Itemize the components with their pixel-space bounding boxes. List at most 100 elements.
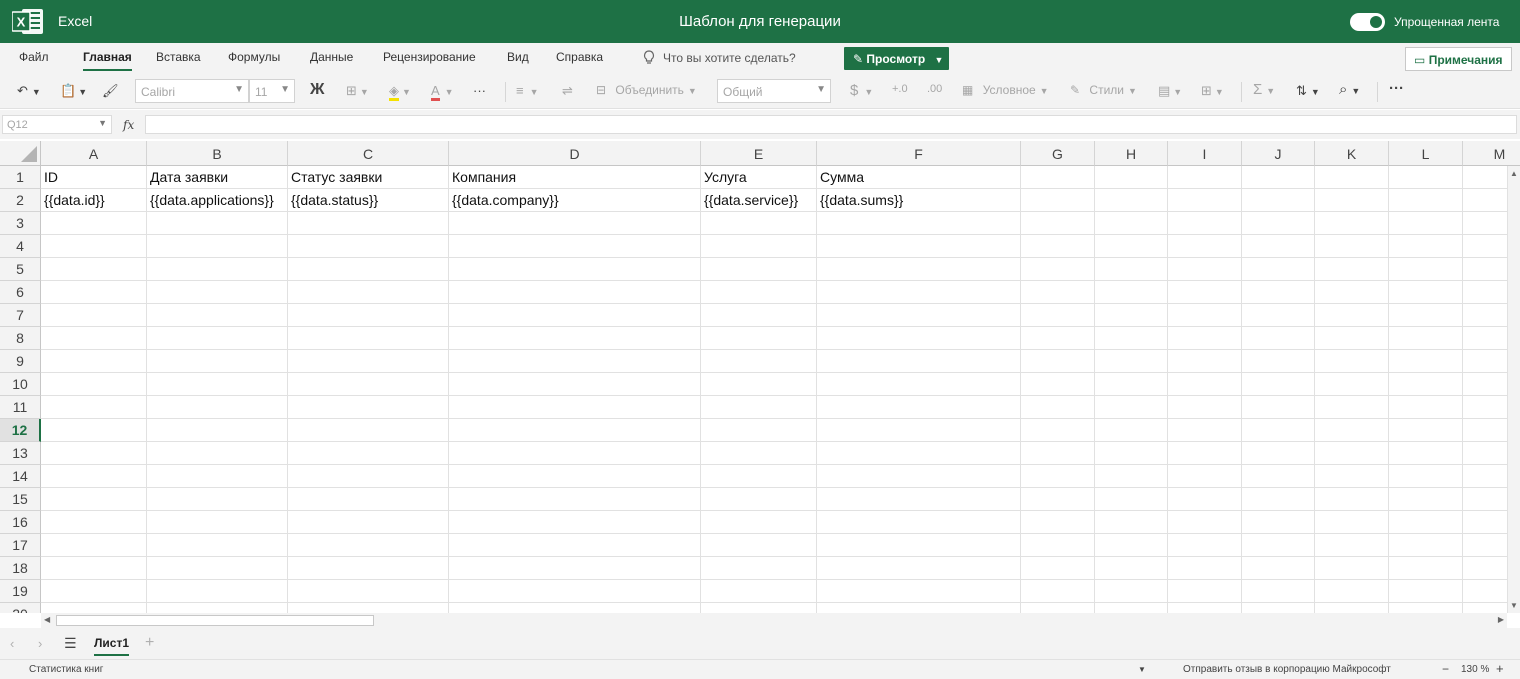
row-header-7[interactable]: 7	[0, 304, 41, 327]
insert-cells-icon[interactable]: ⊞ ▼	[1201, 83, 1224, 99]
cell-d2[interactable]: {{data.company}}	[449, 189, 559, 212]
cell-b1[interactable]: Дата заявки	[147, 166, 228, 189]
row-header-10[interactable]: 10	[0, 373, 41, 396]
vertical-scrollbar[interactable]: ▲ ▼	[1507, 166, 1520, 613]
row-header-18[interactable]: 18	[0, 557, 41, 580]
cell-e2[interactable]: {{data.service}}	[701, 189, 798, 212]
more-options-icon[interactable]: ···	[1389, 80, 1404, 97]
tab-review[interactable]: Рецензирование	[383, 50, 476, 64]
format-as-table-icon[interactable]: ▤ ▼	[1158, 83, 1182, 99]
row-header-13[interactable]: 13	[0, 442, 41, 465]
column-header-d[interactable]: D	[449, 141, 701, 166]
app-name[interactable]: Excel	[58, 13, 92, 29]
format-painter-icon[interactable]: 🖌	[102, 83, 119, 99]
document-title[interactable]: Шаблон для генерации	[679, 13, 841, 30]
zoom-in-button[interactable]: +	[1496, 661, 1504, 676]
tab-data[interactable]: Данные	[310, 50, 353, 64]
conditional-format-button[interactable]: ▦ Условное ▼	[962, 83, 1049, 97]
increase-decimal-icon[interactable]: +.0	[892, 83, 908, 95]
currency-button[interactable]: $ ▼	[850, 82, 873, 99]
next-sheet-icon[interactable]: ›	[38, 636, 42, 651]
cell-c2[interactable]: {{data.status}}	[288, 189, 378, 212]
wrap-text-icon[interactable]: ⇌	[562, 83, 573, 99]
row-header-14[interactable]: 14	[0, 465, 41, 488]
tab-formulas[interactable]: Формулы	[228, 50, 280, 64]
workbook-statistics[interactable]: Статистика книг	[29, 664, 103, 675]
tell-me-search[interactable]: Что вы хотите сделать?	[643, 50, 796, 65]
sheet-tab-active[interactable]: Лист1	[94, 636, 130, 656]
find-icon[interactable]: ⌕ ▼	[1339, 81, 1360, 98]
row-header-4[interactable]: 4	[0, 235, 41, 258]
font-color-icon[interactable]: A ▼	[431, 83, 454, 101]
select-all-button[interactable]	[0, 141, 41, 166]
font-name-combo[interactable]: Calibri ▼	[135, 79, 249, 103]
column-header-h[interactable]: H	[1095, 141, 1168, 166]
more-icon[interactable]: ···	[473, 83, 486, 98]
cell-f1[interactable]: Сумма	[817, 166, 864, 189]
chevron-down-icon[interactable]: ▼	[1138, 665, 1146, 674]
decrease-decimal-icon[interactable]: .00	[927, 83, 942, 95]
horizontal-scroll-thumb[interactable]	[56, 615, 374, 626]
cell-a2[interactable]: {{data.id}}	[41, 189, 105, 212]
function-icon[interactable]: fx	[123, 118, 134, 132]
horizontal-scrollbar[interactable]: ◀ ▶	[41, 613, 1507, 628]
notes-button[interactable]: ▭ Примечания	[1405, 47, 1512, 71]
sort-filter-icon[interactable]: ⇅ ▼	[1296, 83, 1320, 99]
view-mode-button[interactable]: ✎ Просмотр ▼	[844, 47, 949, 70]
all-sheets-icon[interactable]: ☰	[64, 635, 77, 652]
paste-icon[interactable]: 📋 ▼	[60, 83, 87, 99]
row-header-8[interactable]: 8	[0, 327, 41, 350]
column-header-a[interactable]: A	[41, 141, 147, 166]
tab-file[interactable]: Файл	[19, 50, 49, 64]
column-header-l[interactable]: L	[1389, 141, 1463, 166]
bold-button[interactable]: Ж	[310, 81, 324, 99]
cell-d1[interactable]: Компания	[449, 166, 516, 189]
row-header-3[interactable]: 3	[0, 212, 41, 235]
number-format-combo[interactable]: Общий ▼	[717, 79, 831, 103]
column-header-k[interactable]: K	[1315, 141, 1389, 166]
undo-icon[interactable]: ↶ ▼	[17, 83, 41, 99]
column-header-m[interactable]: M	[1463, 141, 1520, 166]
column-header-f[interactable]: F	[817, 141, 1021, 166]
styles-button[interactable]: ✎ Стили ▼	[1070, 83, 1137, 97]
cell-c1[interactable]: Статус заявки	[288, 166, 382, 189]
column-header-b[interactable]: B	[147, 141, 288, 166]
row-header-2[interactable]: 2	[0, 189, 41, 212]
add-sheet-icon[interactable]: +	[145, 634, 154, 652]
borders-icon[interactable]: ⊞ ▼	[346, 83, 369, 99]
name-box[interactable]: Q12 ▼	[2, 115, 112, 134]
row-header-16[interactable]: 16	[0, 511, 41, 534]
column-header-e[interactable]: E	[701, 141, 817, 166]
excel-logo-icon[interactable]: X	[12, 8, 44, 35]
zoom-out-button[interactable]: −	[1442, 662, 1449, 676]
tab-view[interactable]: Вид	[507, 50, 529, 64]
row-header-11[interactable]: 11	[0, 396, 41, 419]
scroll-right-icon[interactable]: ▶	[1498, 615, 1504, 624]
row-header-20[interactable]: 20	[0, 603, 41, 613]
row-header-9[interactable]: 9	[0, 350, 41, 373]
scroll-up-icon[interactable]: ▲	[1510, 169, 1518, 178]
row-header-12[interactable]: 12	[0, 419, 41, 442]
column-header-c[interactable]: C	[288, 141, 449, 166]
cell-e1[interactable]: Услуга	[701, 166, 747, 189]
scroll-down-icon[interactable]: ▼	[1510, 601, 1518, 610]
feedback-link[interactable]: Отправить отзыв в корпорацию Майкрософт	[1183, 664, 1391, 675]
row-header-19[interactable]: 19	[0, 580, 41, 603]
column-header-i[interactable]: I	[1168, 141, 1242, 166]
merge-button[interactable]: ⊟ Объединить ▼	[596, 83, 697, 97]
tab-home[interactable]: Главная	[83, 50, 132, 71]
cell-area[interactable]: ID Дата заявки Статус заявки Компания Услуга…	[41, 166, 1507, 613]
row-header-15[interactable]: 15	[0, 488, 41, 511]
tab-help[interactable]: Справка	[556, 50, 603, 64]
prev-sheet-icon[interactable]: ‹	[10, 636, 14, 651]
row-header-6[interactable]: 6	[0, 281, 41, 304]
simplified-ribbon-toggle[interactable]	[1350, 13, 1385, 31]
scroll-left-icon[interactable]: ◀	[44, 615, 50, 624]
row-header-5[interactable]: 5	[0, 258, 41, 281]
font-size-combo[interactable]: 11 ▼	[249, 79, 295, 103]
cell-f2[interactable]: {{data.sums}}	[817, 189, 903, 212]
align-icon[interactable]: ≡ ▼	[516, 83, 539, 98]
column-header-j[interactable]: J	[1242, 141, 1315, 166]
column-header-g[interactable]: G	[1021, 141, 1095, 166]
autosum-icon[interactable]: Σ ▼	[1253, 81, 1275, 98]
